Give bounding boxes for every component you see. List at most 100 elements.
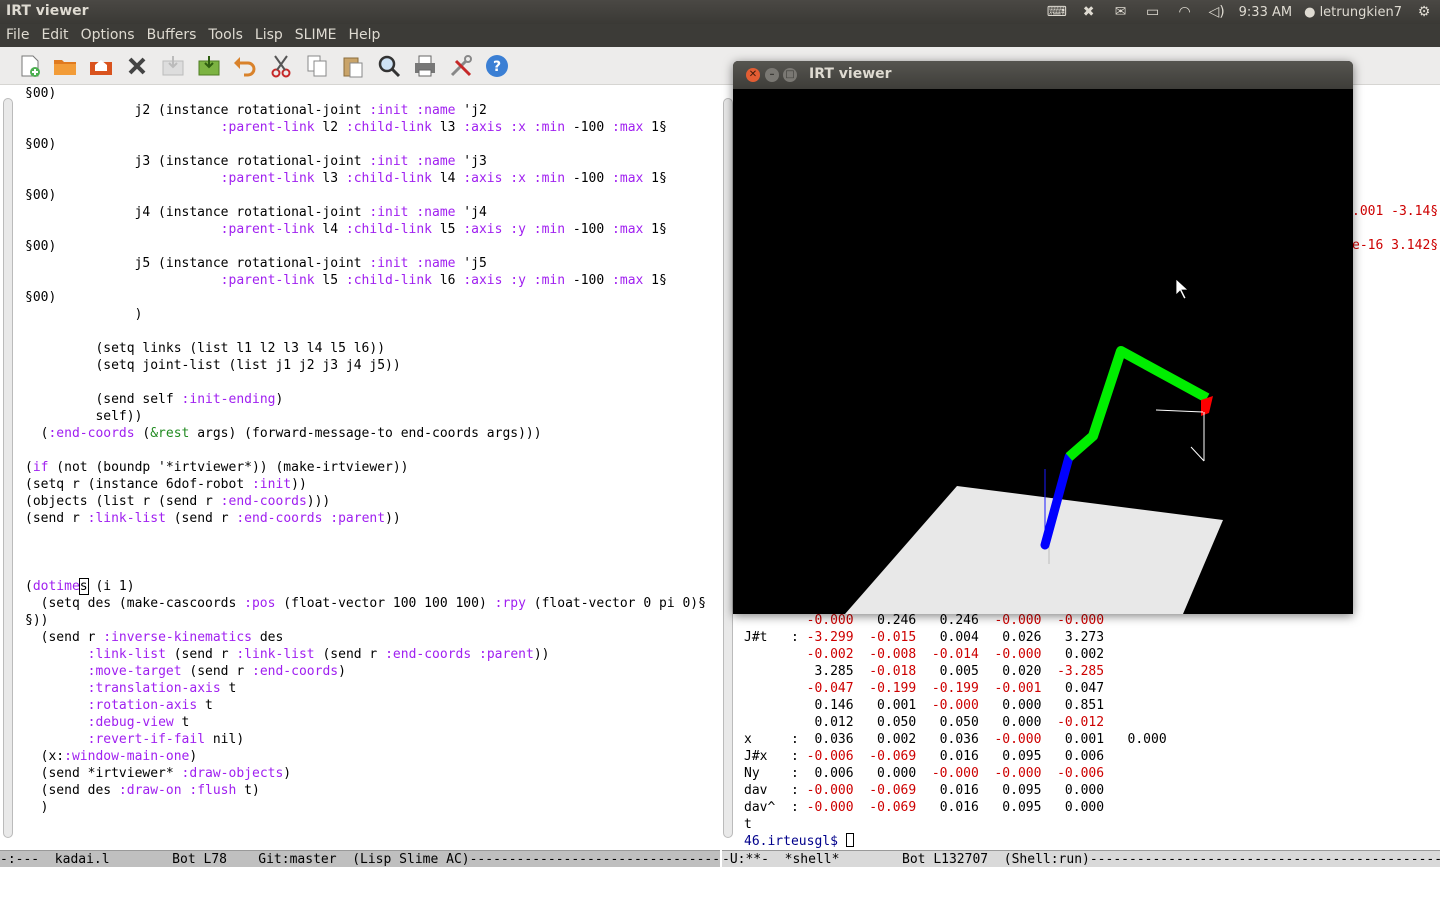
close-icon[interactable]: [124, 53, 150, 79]
menu-bar: File Edit Options Buffers Tools Lisp SLI…: [0, 24, 1440, 47]
right-scrollbar[interactable]: [723, 98, 733, 838]
code-line: j3 (instance rotational-joint :init :nam…: [25, 154, 487, 169]
left-scrollbar[interactable]: [3, 98, 13, 838]
shell-output-line: 0.146 0.001 -0.000 0.000 0.851: [744, 698, 1105, 713]
code-line: (setq r (instance 6dof-robot :init)): [25, 477, 307, 492]
user-menu[interactable]: ● letrungkien7: [1304, 5, 1402, 20]
irt-viewer-titlebar[interactable]: ✕ – □ IRT viewer: [733, 61, 1353, 89]
shell-output-line: dav^ : -0.000 -0.069 0.016 0.095 0.000: [744, 800, 1105, 815]
irt-3d-canvas[interactable]: [733, 89, 1353, 614]
cut-icon[interactable]: [268, 53, 294, 79]
keyboard-icon[interactable]: ⌨: [1047, 4, 1067, 20]
menu-tools[interactable]: Tools: [202, 24, 249, 47]
window-maximize-icon[interactable]: □: [783, 68, 797, 82]
code-line: ): [25, 307, 143, 322]
code-line: j2 (instance rotational-joint :init :nam…: [25, 103, 487, 118]
preferences-icon[interactable]: [448, 53, 474, 79]
code-line: §00): [25, 290, 57, 305]
code-line: :parent-link l3 :child-link l4 :axis :x …: [220, 171, 667, 186]
left-editor-buffer[interactable]: §00) j2 (instance rotational-joint :init…: [25, 85, 721, 850]
shell-output-line: J#x : -0.006 -0.069 0.016 0.095 0.006: [744, 749, 1105, 764]
code-line: (send r :link-list (send r :end-coords :…: [25, 511, 401, 526]
code-line: (:end-coords (&rest args) (forward-messa…: [25, 426, 542, 441]
prompt-text: 46.irteusgl$: [744, 834, 846, 849]
active-app-title: IRT viewer: [6, 3, 89, 19]
copy-icon[interactable]: [304, 53, 330, 79]
irt-viewer-title: IRT viewer: [809, 66, 892, 82]
left-mode-line: -:--- kadai.l Bot L78 Git:master (Lisp S…: [0, 850, 720, 867]
menu-slime[interactable]: SLIME: [289, 24, 343, 47]
code-line: :translation-axis t: [87, 681, 237, 696]
code-line: (x::window-main-one): [25, 749, 198, 764]
shell-output-line: 0.012 0.050 0.050 0.000 -0.012: [744, 715, 1105, 730]
undo-icon[interactable]: [232, 53, 258, 79]
save-as-icon[interactable]: [196, 53, 222, 79]
menu-options[interactable]: Options: [75, 24, 141, 47]
shell-output-fragment: e-16 3.142§: [1352, 238, 1439, 253]
menu-edit[interactable]: Edit: [35, 24, 74, 47]
user-icon: ●: [1304, 4, 1316, 20]
open-file-icon[interactable]: [52, 53, 78, 79]
dropbox-icon[interactable]: ✖: [1079, 4, 1099, 20]
battery-icon[interactable]: ▭: [1143, 4, 1163, 20]
shell-output-line: 3.285 -0.018 0.005 0.020 -3.285: [744, 664, 1105, 679]
code-line: (setq des (make-cascoords :pos (float-ve…: [25, 596, 706, 611]
shell-output-line: t: [744, 817, 752, 832]
shell-output-line: J#t : -3.299 -0.015 0.004 0.026 3.273: [744, 630, 1105, 645]
shell-output-line: -0.000 0.246 0.246 -0.000 -0.000: [806, 613, 1105, 628]
code-line: (send r :inverse-kinematics des: [25, 630, 284, 645]
menu-lisp[interactable]: Lisp: [249, 24, 289, 47]
print-icon[interactable]: [412, 53, 438, 79]
system-tray: ⌨ ✖ ✉ ▭ ◠ ◁) 9:33 AM ● letrungkien7 ⚙: [1047, 0, 1434, 24]
shell-prompt[interactable]: 46.irteusgl$: [744, 833, 1438, 850]
paste-icon[interactable]: [340, 53, 366, 79]
irt-viewer-window[interactable]: ✕ – □ IRT viewer: [733, 61, 1353, 614]
user-name: letrungkien7: [1319, 4, 1402, 20]
code-line: (setq joint-list (list j1 j2 j3 j4 j5)): [25, 358, 401, 373]
code-line: (dotimes (i 1): [25, 578, 135, 595]
menu-help[interactable]: Help: [343, 24, 387, 47]
code-line: j4 (instance rotational-joint :init :nam…: [25, 205, 487, 220]
code-line: §00): [25, 137, 57, 152]
code-line: (if (not (boundp '*irtviewer*)) (make-ir…: [25, 460, 409, 475]
menu-file[interactable]: File: [0, 24, 35, 47]
open-directory-icon[interactable]: [88, 53, 114, 79]
code-line: self)): [25, 409, 143, 424]
wifi-icon[interactable]: ◠: [1175, 4, 1195, 20]
help-icon[interactable]: ?: [484, 53, 510, 79]
shell-buffer[interactable]: -0.000 0.246 0.246 -0.000 -0.000 J#t : -3…: [744, 612, 1438, 850]
menu-buffers[interactable]: Buffers: [141, 24, 203, 47]
volume-icon[interactable]: ◁): [1207, 4, 1227, 20]
right-mode-line: -U:**- *shell* Bot L132707 (Shell:run)--…: [722, 850, 1440, 867]
window-close-icon[interactable]: ✕: [746, 68, 760, 82]
shell-output-line: -0.002 -0.008 -0.014 -0.000 0.002: [806, 647, 1105, 662]
code-line: (send *irtviewer* :draw-objects): [25, 766, 292, 781]
clock[interactable]: 9:33 AM: [1239, 5, 1292, 20]
code-line: :move-target (send r :end-coords): [87, 664, 346, 679]
minibuffer[interactable]: [0, 867, 1440, 900]
code-line: :debug-view t: [87, 715, 190, 730]
code-line: §00): [25, 239, 57, 254]
settings-gear-icon[interactable]: ⚙: [1414, 4, 1434, 20]
save-icon[interactable]: [160, 53, 186, 79]
code-line: :parent-link l4 :child-link l5 :axis :y …: [220, 222, 667, 237]
code-line: (setq links (list l1 l2 l3 l4 l5 l6)): [25, 341, 386, 356]
code-line: §00): [25, 188, 57, 203]
shell-output-line: Ny : 0.006 0.000 -0.000 -0.000 -0.006: [744, 766, 1105, 781]
window-minimize-icon[interactable]: –: [765, 68, 779, 82]
search-icon[interactable]: [376, 53, 402, 79]
shell-output-line: x : 0.036 0.002 0.036 -0.000 0.001 0.000: [744, 732, 1167, 747]
code-line: :parent-link l5 :child-link l6 :axis :y …: [220, 273, 667, 288]
code-line: (send des :draw-on :flush t): [25, 783, 260, 798]
code-line: (send self :init-ending): [25, 392, 284, 407]
svg-text:?: ?: [493, 59, 501, 75]
mail-icon[interactable]: ✉: [1111, 4, 1131, 20]
new-file-icon[interactable]: [17, 53, 43, 79]
code-line: §)): [25, 613, 49, 628]
code-line: §00): [25, 86, 57, 101]
